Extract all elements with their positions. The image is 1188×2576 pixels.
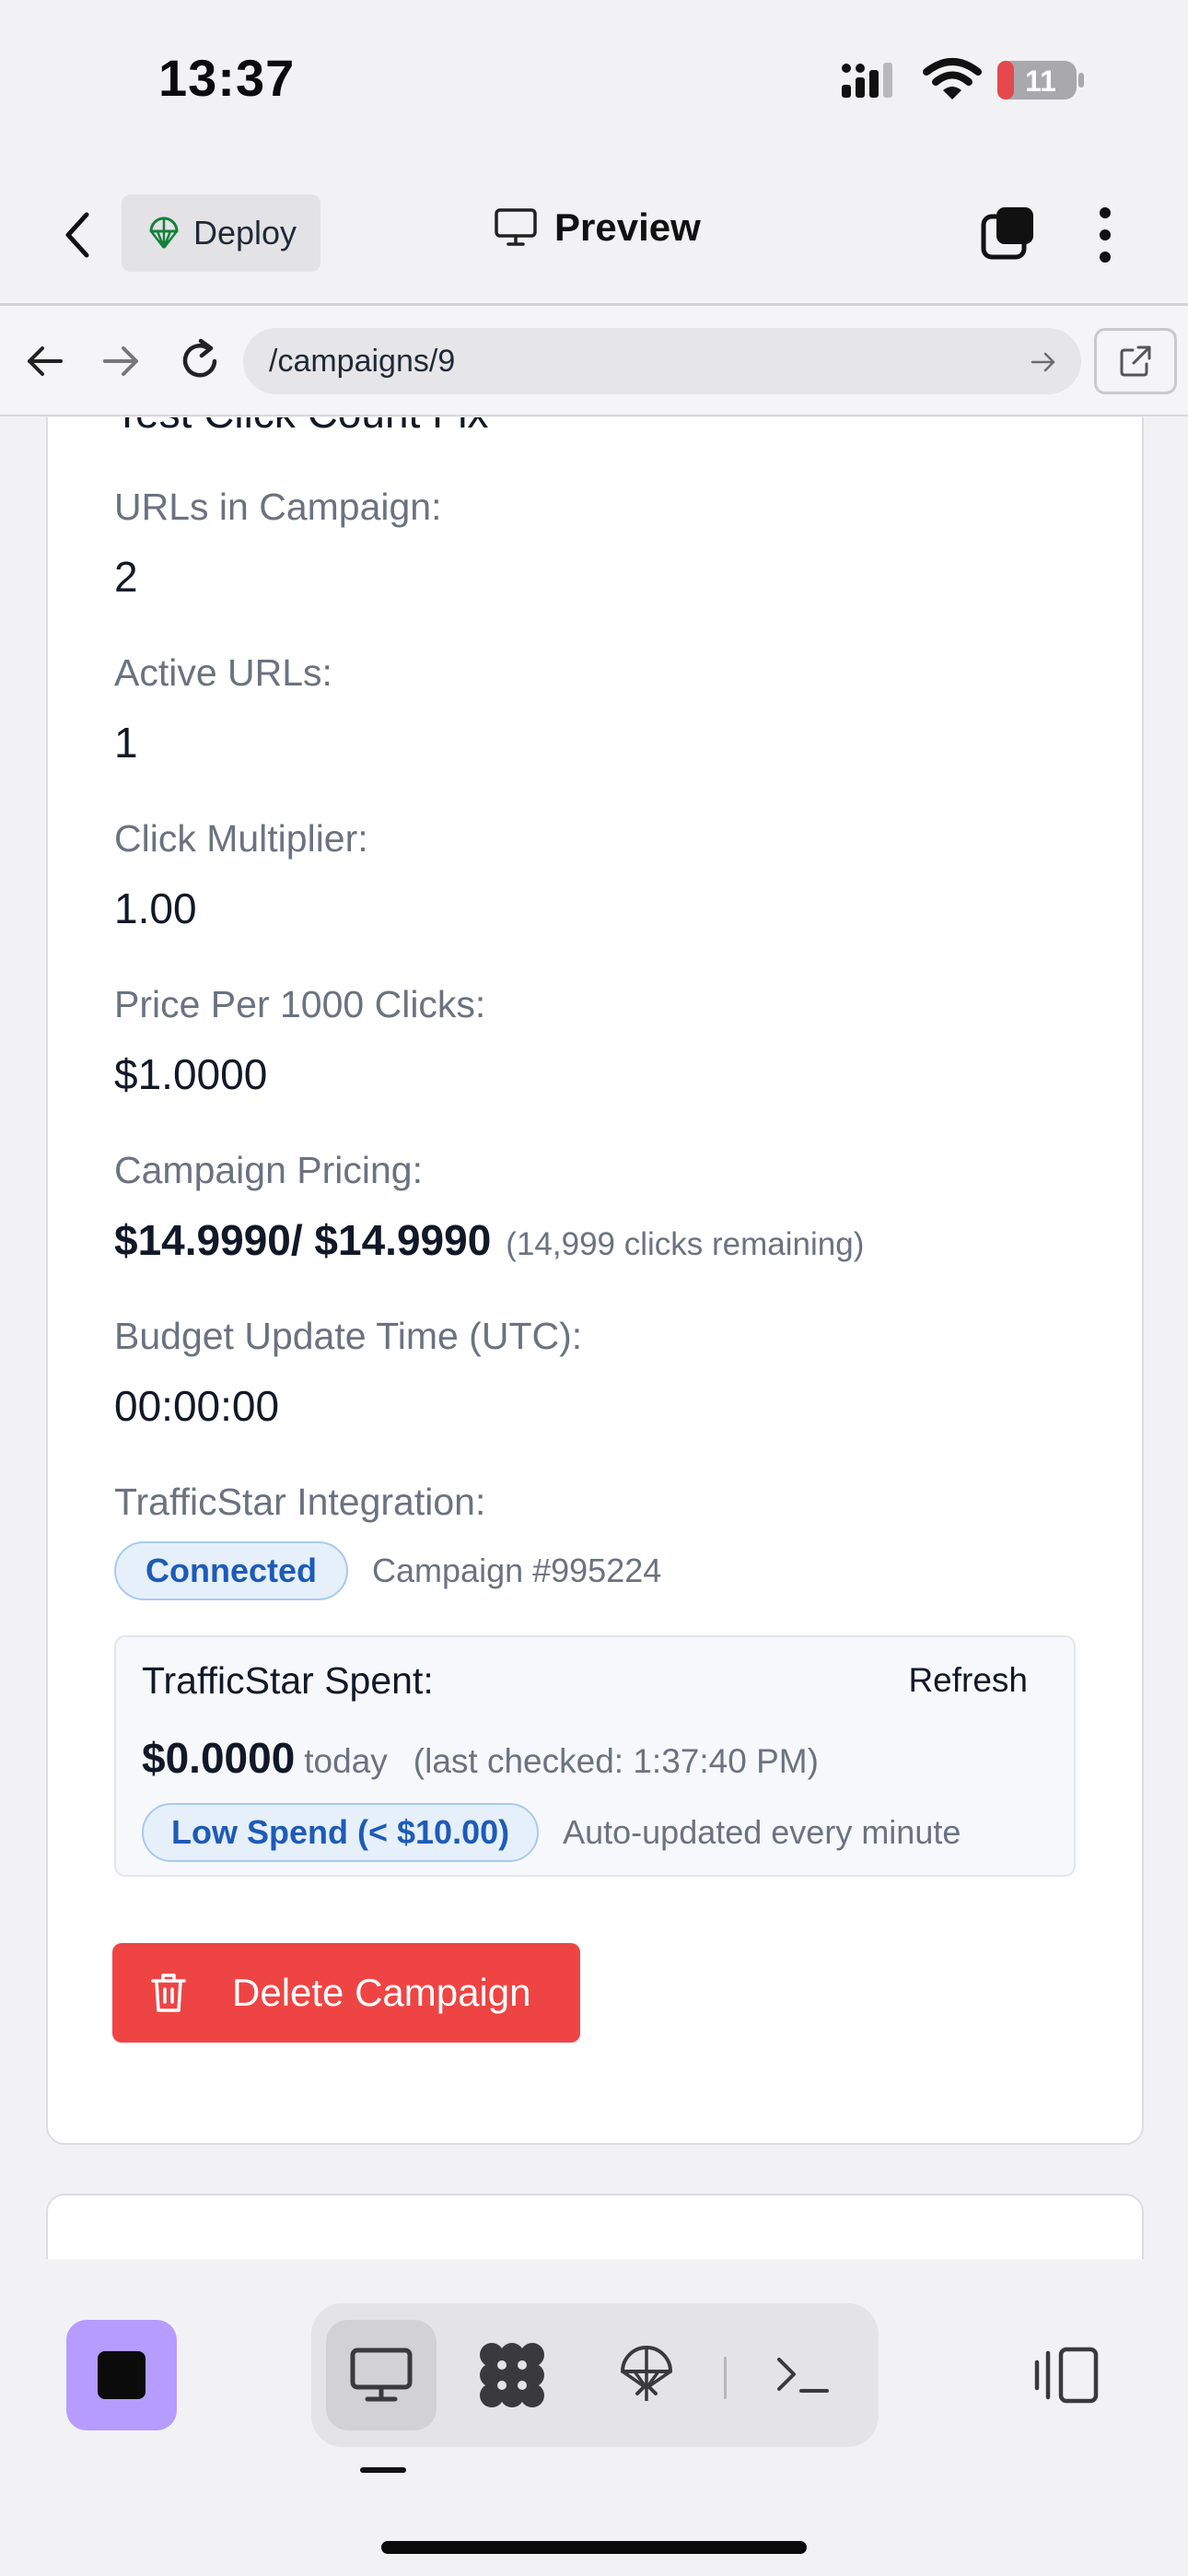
trafficstar-integration-label: TrafficStar Integration: xyxy=(114,1481,486,1523)
reload-icon[interactable] xyxy=(177,337,223,383)
campaign-pricing-label: Campaign Pricing: xyxy=(114,1149,423,1191)
tool-shell-button[interactable] xyxy=(763,2335,844,2416)
terminal-icon xyxy=(777,2358,829,2393)
deploy-label: Deploy xyxy=(193,214,297,252)
campaign-name: Test Click Count Fix xyxy=(114,417,488,438)
spend-meta-row: Low Spend (< $10.00) Auto-updated every … xyxy=(142,1803,961,1862)
browser-forward-icon[interactable] xyxy=(101,341,142,381)
status-time: 13:37 xyxy=(158,49,296,107)
bottom-dock xyxy=(0,2259,1188,2576)
active-urls-label: Active URLs: xyxy=(114,651,332,694)
urls-in-campaign-value: 2 xyxy=(114,553,138,601)
click-multiplier-label: Click Multiplier: xyxy=(114,817,368,860)
monitor-icon xyxy=(495,208,537,246)
low-spend-badge: Low Spend (< $10.00) xyxy=(142,1803,540,1862)
trafficstar-campaign-ref: Campaign #995224 xyxy=(372,1551,662,1589)
more-options-icon[interactable] xyxy=(1092,205,1118,264)
open-external-button[interactable] xyxy=(1094,328,1177,394)
budget-update-time-value: 00:00:00 xyxy=(114,1382,280,1430)
stop-icon xyxy=(98,2351,146,2399)
urls-in-campaign-label: URLs in Campaign: xyxy=(114,486,442,528)
campaign-details-card: Test Click Count Fix URLs in Campaign: 2… xyxy=(46,417,1144,2145)
spent-title: TrafficStar Spent: xyxy=(142,1659,434,1702)
web-viewport[interactable]: Test Click Count Fix URLs in Campaign: 2… xyxy=(0,417,1188,2259)
workspace-icon xyxy=(480,2343,544,2407)
app-toolbar: Deploy Preview xyxy=(0,161,1188,306)
preview-label: Preview xyxy=(554,205,701,249)
refresh-button[interactable]: Refresh xyxy=(908,1661,1028,1700)
back-chevron-icon[interactable] xyxy=(61,211,94,259)
price-per-1000-value: $1.0000 xyxy=(114,1050,268,1098)
stop-button[interactable] xyxy=(66,2320,177,2430)
tool-group xyxy=(311,2303,879,2447)
status-bar: 13:37 11 xyxy=(0,0,1188,161)
active-tool-indicator xyxy=(360,2467,406,2473)
url-field[interactable]: /campaigns/9 xyxy=(243,328,1081,394)
campaign-pricing-value: $14.9990/ $14.9990 xyxy=(114,1216,492,1264)
monitor-icon xyxy=(350,2348,413,2402)
tool-divider xyxy=(724,2357,727,2399)
url-go-arrow-icon[interactable] xyxy=(1030,348,1057,376)
battery-icon: 11 xyxy=(996,59,1085,101)
tool-workspace-button[interactable] xyxy=(472,2335,553,2416)
browser-url-bar: /campaigns/9 xyxy=(0,306,1188,416)
external-link-icon xyxy=(1120,345,1151,377)
active-urls-value: 1 xyxy=(114,719,138,767)
campaign-pricing-row: $14.9990/ $14.9990 (14,999 clicks remain… xyxy=(114,1215,864,1265)
cellular-signal-icon xyxy=(842,63,892,98)
deploy-icon xyxy=(149,217,179,249)
trafficstar-status-row: Connected Campaign #995224 xyxy=(114,1541,661,1600)
delete-campaign-label: Delete Campaign xyxy=(232,1971,531,2014)
last-checked: (last checked: 1:37:40 PM) xyxy=(413,1742,819,1780)
layout-toggle-icon[interactable] xyxy=(1033,2346,1100,2405)
auto-update-note: Auto-updated every minute xyxy=(563,1813,961,1851)
deploy-icon xyxy=(621,2346,672,2401)
click-multiplier-value: 1.00 xyxy=(114,884,197,932)
spent-period: today xyxy=(304,1742,388,1780)
wifi-icon xyxy=(923,58,982,100)
clicks-remaining: (14,999 clicks remaining) xyxy=(506,1226,865,1262)
price-per-1000-label: Price Per 1000 Clicks: xyxy=(114,983,486,1025)
tool-preview-button[interactable] xyxy=(326,2320,437,2430)
next-card xyxy=(46,2194,1144,2259)
delete-campaign-button[interactable]: Delete Campaign xyxy=(112,1943,580,2043)
budget-update-time-label: Budget Update Time (UTC): xyxy=(114,1315,583,1357)
spent-amount: $0.0000 xyxy=(142,1734,296,1782)
connected-badge: Connected xyxy=(114,1541,349,1600)
battery-level: 11 xyxy=(1025,64,1056,98)
url-text: /campaigns/9 xyxy=(269,343,456,379)
preview-title: Preview xyxy=(494,205,701,250)
trash-icon xyxy=(151,1973,186,2012)
trafficstar-spent-panel: TrafficStar Spent: Refresh $0.0000 today… xyxy=(114,1635,1076,1877)
deploy-button[interactable]: Deploy xyxy=(122,194,320,272)
home-indicator xyxy=(381,2541,807,2554)
tabs-switcher-icon[interactable] xyxy=(980,205,1035,261)
spent-line: $0.0000 today (last checked: 1:37:40 PM) xyxy=(142,1733,819,1783)
tool-deploy-button[interactable] xyxy=(606,2335,687,2416)
browser-back-icon[interactable] xyxy=(24,341,64,381)
